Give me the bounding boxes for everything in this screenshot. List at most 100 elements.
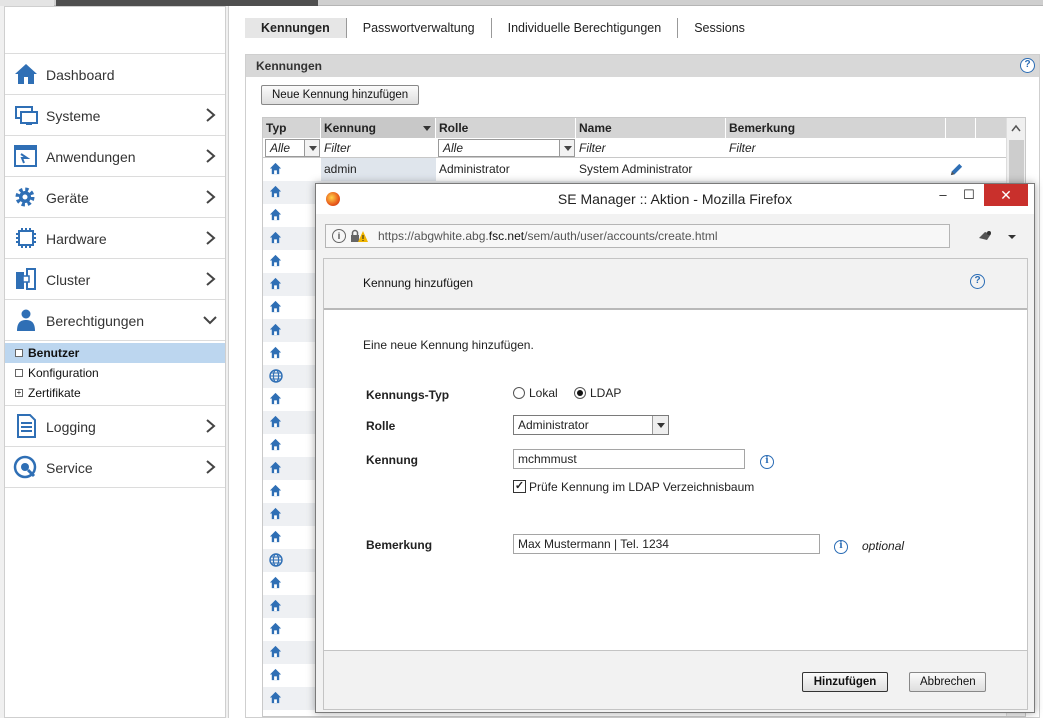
table-cell xyxy=(726,158,946,181)
sidebar-subitem-label: Benutzer xyxy=(28,346,80,360)
info-icon[interactable]: i xyxy=(834,540,848,554)
column-header-label: Kennung xyxy=(324,121,376,135)
typ-filter-value: Alle xyxy=(270,141,291,155)
edit-pencil-icon[interactable] xyxy=(946,158,976,181)
rolle-select[interactable]: Administrator xyxy=(513,415,669,435)
sidebar-item-label: Service xyxy=(46,460,93,476)
tab-kennungen[interactable]: Kennungen xyxy=(245,18,347,38)
column-header-action xyxy=(976,118,1007,138)
rolle-filter-select[interactable]: Alle xyxy=(438,139,575,157)
tab-passwortverwaltung[interactable]: Passwortverwaltung xyxy=(347,18,492,38)
chevron-right-icon xyxy=(206,190,216,204)
firefox-popup-window: SE Manager :: Aktion - Mozilla Firefox –… xyxy=(315,183,1035,713)
column-header-kennung[interactable]: Kennung xyxy=(321,118,436,138)
radio-ldap[interactable] xyxy=(574,387,586,399)
info-icon[interactable]: i xyxy=(760,455,774,469)
chevron-down-icon xyxy=(203,316,217,325)
local-user-icon xyxy=(263,181,321,204)
intro-text: Eine neue Kennung hinzufügen. xyxy=(363,338,534,352)
local-user-icon xyxy=(263,664,321,687)
chevron-down-icon xyxy=(652,416,668,434)
local-user-icon xyxy=(263,158,321,181)
table-cell: Administrator xyxy=(439,162,510,176)
radio-lokal[interactable] xyxy=(513,387,525,399)
hinzufuegen-button[interactable]: Hinzufügen xyxy=(802,672,888,692)
kennung-input[interactable]: mchmmust xyxy=(513,449,745,469)
chevron-right-icon xyxy=(206,149,216,163)
close-window-button[interactable]: ✕ xyxy=(984,184,1028,206)
sidebar-item-geraete[interactable]: Geräte xyxy=(5,177,225,218)
tab-bar: Kennungen Passwortverwaltung Individuell… xyxy=(245,18,761,40)
rolle-filter-value: Alle xyxy=(443,141,464,155)
local-user-icon xyxy=(263,503,321,526)
panel-title: Kennungen xyxy=(246,55,1039,77)
tab-individuelle-berechtigungen[interactable]: Individuelle Berechtigungen xyxy=(492,18,679,38)
gear-icon xyxy=(15,187,35,207)
kennung-label: Kennung xyxy=(366,453,418,467)
sidebar-item-systeme[interactable]: Systeme xyxy=(5,95,225,136)
dialog-footer: Hinzufügen Abbrechen xyxy=(324,651,1027,709)
chip-icon xyxy=(16,228,36,248)
ldap-globe-icon xyxy=(263,549,321,572)
bemerkung-filter-input[interactable]: Filter xyxy=(726,139,944,157)
dialog-title: Kennung hinzufügen xyxy=(363,276,474,290)
rolle-select-value: Administrator xyxy=(518,418,589,432)
sidebar-item-dashboard[interactable]: Dashboard xyxy=(5,54,225,95)
ldap-check-checkbox[interactable]: ✓ xyxy=(513,480,526,493)
local-user-icon xyxy=(263,204,321,227)
sidebar-subitem-benutzer[interactable]: Benutzer xyxy=(5,343,225,363)
extension-icon[interactable] xyxy=(976,228,994,244)
sidebar-top-space xyxy=(5,7,225,54)
local-user-icon xyxy=(263,388,321,411)
url-domain: fsc.net xyxy=(488,229,525,243)
expand-plus-icon[interactable]: + xyxy=(15,389,23,397)
typ-filter-select[interactable]: Alle xyxy=(265,139,320,157)
sidebar-item-cluster[interactable]: Cluster xyxy=(5,259,225,300)
chevron-right-icon xyxy=(206,108,216,122)
sidebar-item-berechtigungen[interactable]: Berechtigungen xyxy=(5,300,225,341)
url-bar[interactable]: i https://abgwhite.abg.fsc.net/sem/auth/… xyxy=(325,224,950,248)
sidebar-item-logging[interactable]: Logging xyxy=(5,406,225,447)
ldap-check-label[interactable]: Prüfe Kennung im LDAP Verzeichnisbaum xyxy=(529,480,754,494)
chevron-down-icon xyxy=(559,140,574,156)
abbrechen-button[interactable]: Abbrechen xyxy=(909,672,986,692)
dialog-content: Kennung hinzufügen ? Eine neue Kennung h… xyxy=(323,258,1028,710)
bemerkung-input[interactable]: Max Mustermann | Tel. 1234 xyxy=(513,534,820,554)
tab-sessions[interactable]: Sessions xyxy=(678,18,761,38)
maximize-button[interactable]: ☐ xyxy=(954,184,984,206)
sidebar-subitem-zertifikate[interactable]: + Zertifikate xyxy=(5,383,225,403)
local-user-icon xyxy=(263,618,321,641)
chevron-right-icon xyxy=(206,460,216,474)
help-icon[interactable]: ? xyxy=(1020,58,1035,73)
radio-ldap-label[interactable]: LDAP xyxy=(590,386,621,400)
table-row[interactable]: admin Administrator System Administrator xyxy=(263,158,1007,181)
local-user-icon xyxy=(263,687,321,710)
monitor-icon xyxy=(15,106,38,125)
add-kennung-button[interactable]: Neue Kennung hinzufügen xyxy=(261,85,420,105)
scroll-up-icon[interactable] xyxy=(1011,124,1021,132)
local-user-icon xyxy=(263,273,321,296)
column-header-name[interactable]: Name xyxy=(576,118,726,138)
sidebar-item-service[interactable]: Service xyxy=(5,447,225,488)
column-header-typ[interactable]: Typ xyxy=(263,118,321,138)
column-header-rolle[interactable]: Rolle xyxy=(436,118,576,138)
name-filter-input[interactable]: Filter xyxy=(576,139,724,157)
help-icon[interactable]: ? xyxy=(970,274,985,289)
local-user-icon xyxy=(263,480,321,503)
column-header-bemerkung[interactable]: Bemerkung xyxy=(726,118,946,138)
url-prefix: https://abgwhite.abg. xyxy=(378,229,489,243)
sidebar-subitem-konfiguration[interactable]: Konfiguration xyxy=(5,363,225,383)
sidebar-item-hardware[interactable]: Hardware xyxy=(5,218,225,259)
sidebar-item-anwendungen[interactable]: Anwendungen xyxy=(5,136,225,177)
sidebar-item-label: Hardware xyxy=(46,231,107,247)
application-icon xyxy=(14,145,37,167)
local-user-icon xyxy=(263,296,321,319)
local-user-icon xyxy=(263,457,321,480)
window-titlebar[interactable]: SE Manager :: Aktion - Mozilla Firefox –… xyxy=(316,184,1034,214)
url-path: /sem/auth/user/accounts/create.html xyxy=(524,229,718,243)
site-info-icon[interactable]: i xyxy=(332,229,346,243)
radio-lokal-label[interactable]: Lokal xyxy=(529,386,558,400)
menu-dropdown-icon[interactable] xyxy=(1006,228,1018,244)
insecure-lock-icon[interactable] xyxy=(350,229,368,243)
kennung-filter-input[interactable]: Filter xyxy=(321,139,433,157)
